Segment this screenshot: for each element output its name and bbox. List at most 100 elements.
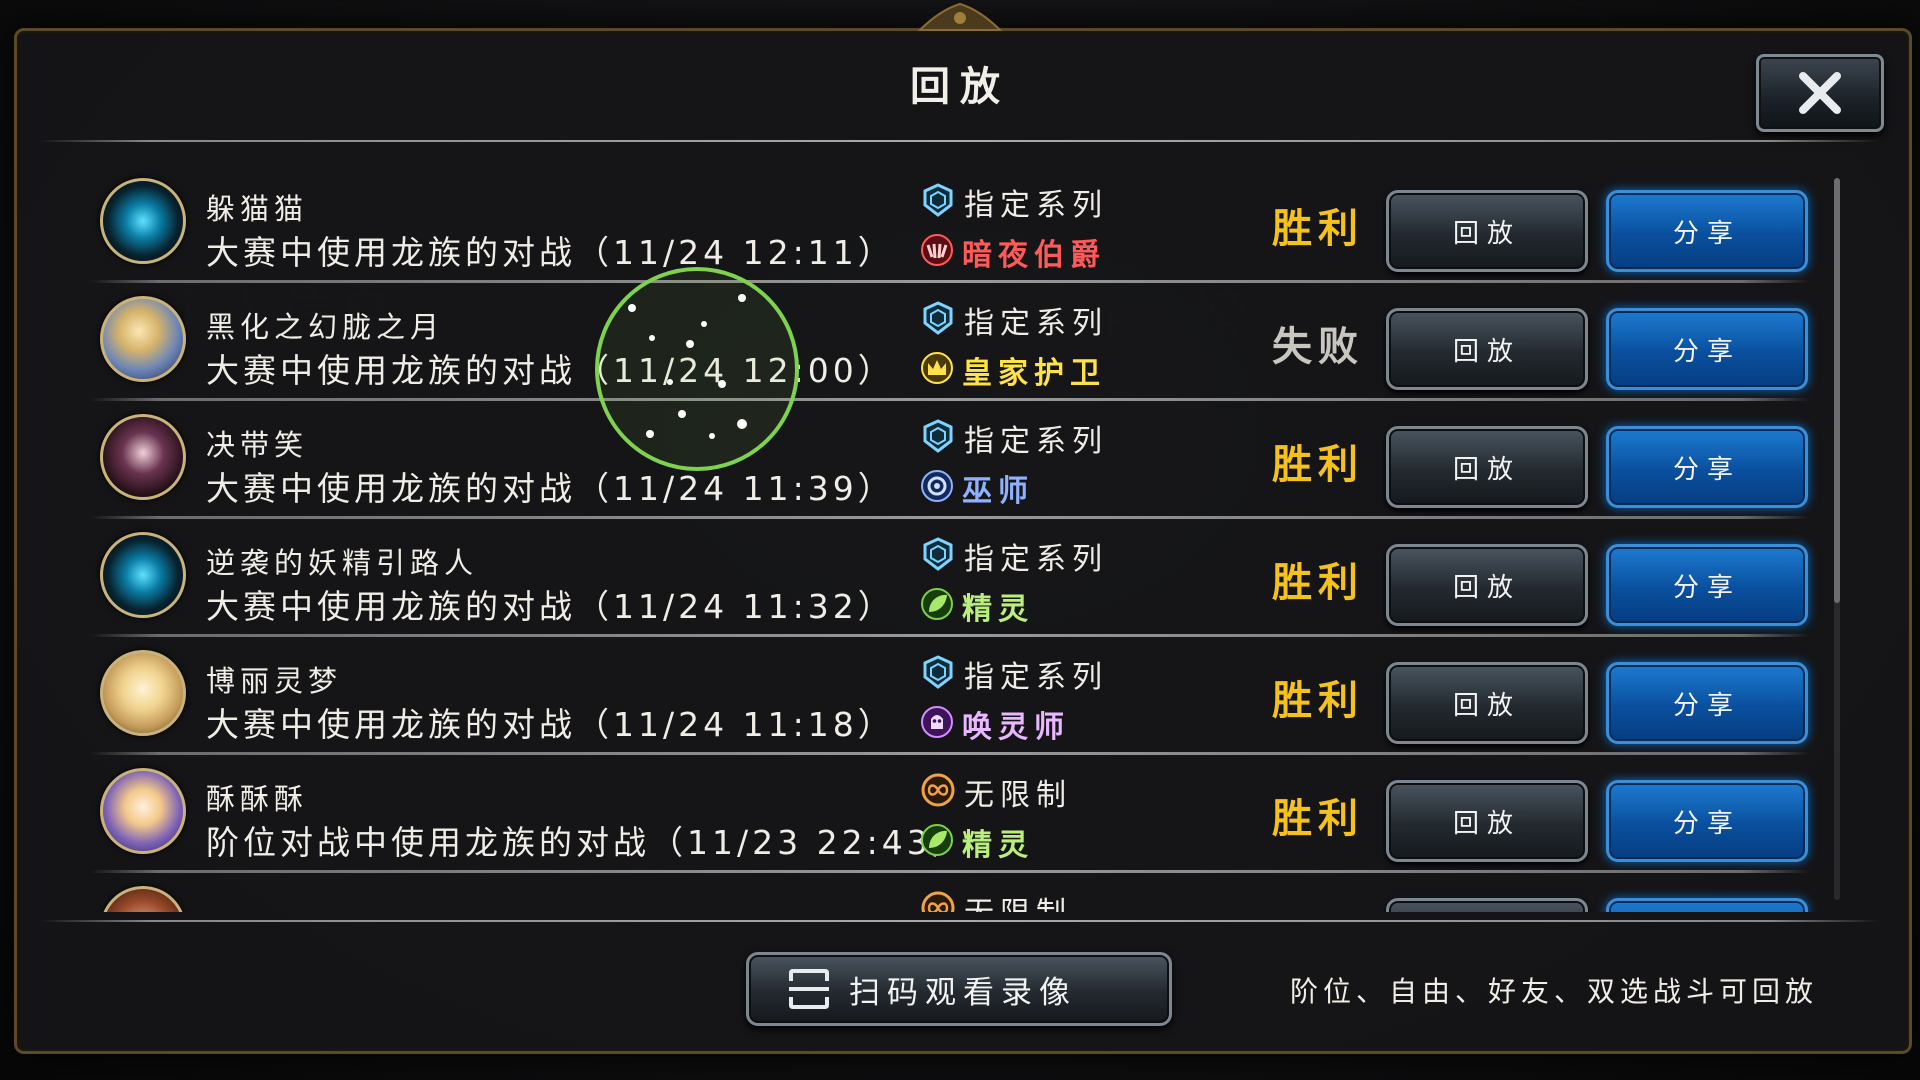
- replay-button-label: 回放: [1452, 690, 1521, 721]
- row-divider: [90, 516, 1810, 519]
- replay-button[interactable]: [1386, 898, 1588, 912]
- rotation-icon: [920, 536, 956, 576]
- row-divider: [90, 870, 1810, 873]
- replay-row: 无限制: [60, 878, 1840, 912]
- row-divider: [90, 752, 1810, 755]
- rotation-icon: [920, 300, 956, 340]
- format-info: 指定系列: [920, 298, 1108, 342]
- unlimited-icon: [920, 890, 956, 912]
- share-button[interactable]: 分享: [1606, 426, 1808, 508]
- scrollbar-thumb[interactable]: [1834, 178, 1840, 603]
- forest-icon: [920, 823, 954, 861]
- replay-button[interactable]: 回放: [1386, 426, 1588, 508]
- share-button-label: 分享: [1672, 690, 1741, 721]
- share-button[interactable]: [1606, 898, 1808, 912]
- player-avatar: [100, 414, 186, 500]
- player-name: 躲猫猫: [206, 192, 309, 226]
- player-avatar: [100, 296, 186, 382]
- rotation-icon: [920, 654, 956, 694]
- opponent-class-label: 精灵: [962, 592, 1034, 627]
- opponent-class-info: 巫师: [920, 466, 1034, 510]
- share-button[interactable]: 分享: [1606, 780, 1808, 862]
- share-button-label: 分享: [1672, 218, 1741, 249]
- replay-row: 黑化之幻胧之月 大赛中使用龙族的对战（11/24 12:00） 指定系列 皇家护…: [60, 288, 1840, 406]
- player-name: 黑化之幻胧之月: [206, 310, 445, 344]
- opponent-class-label: 唤灵师: [962, 710, 1070, 745]
- opponent-class-info: 皇家护卫: [920, 348, 1106, 392]
- format-label: 无限制: [964, 888, 1072, 912]
- share-button[interactable]: 分享: [1606, 190, 1808, 272]
- player-avatar: [100, 886, 186, 912]
- player-avatar: [100, 650, 186, 736]
- replay-row: 酥酥酥 阶位对战中使用龙族的对战（11/23 22:43） 无限制 精灵 胜利 …: [60, 760, 1840, 878]
- match-result: 胜利: [1272, 560, 1364, 606]
- player-avatar: [100, 768, 186, 854]
- replay-button[interactable]: 回放: [1386, 308, 1588, 390]
- replay-row: 决带笑 大赛中使用龙族的对战（11/24 11:39） 指定系列 巫师 胜利 回…: [60, 406, 1840, 524]
- format-info: 无限制: [920, 770, 1072, 814]
- close-button[interactable]: [1756, 54, 1884, 132]
- close-icon: [1799, 72, 1841, 114]
- header-divider: [40, 140, 1880, 142]
- replay-row: 博丽灵梦 大赛中使用龙族的对战（11/24 11:18） 指定系列 唤灵师 胜利…: [60, 642, 1840, 760]
- row-divider: [90, 634, 1810, 637]
- royal-icon: [920, 351, 954, 389]
- format-label: 指定系列: [964, 188, 1108, 223]
- scan-button-label: 扫码观看录像: [849, 974, 1077, 1011]
- opponent-class-info: 唤灵师: [920, 702, 1070, 746]
- player-name: 博丽灵梦: [206, 664, 343, 698]
- replay-button[interactable]: 回放: [1386, 544, 1588, 626]
- format-label: 指定系列: [964, 424, 1108, 459]
- format-info: 指定系列: [920, 180, 1108, 224]
- replay-list-scrollbar[interactable]: [1834, 178, 1840, 900]
- opponent-class-label: 精灵: [962, 828, 1034, 863]
- player-name: 酥酥酥: [206, 782, 309, 816]
- opponent-class-info: 精灵: [920, 584, 1034, 628]
- match-result: 胜利: [1272, 442, 1364, 488]
- opponent-class-label: 巫师: [962, 474, 1034, 509]
- row-divider: [90, 398, 1810, 401]
- replay-button-label: 回放: [1452, 218, 1521, 249]
- share-button-label: 分享: [1672, 572, 1741, 603]
- opponent-class-info: 暗夜伯爵: [920, 230, 1106, 274]
- replay-row: 逆袭的妖精引路人 大赛中使用龙族的对战（11/24 11:32） 指定系列 精灵…: [60, 524, 1840, 642]
- bloodcraft-icon: [920, 233, 954, 271]
- scan-qr-button[interactable]: 扫码观看录像: [746, 952, 1172, 1026]
- unlimited-icon: [920, 772, 956, 812]
- dialog-crest-ornament: [917, 2, 1003, 31]
- replay-button[interactable]: 回放: [1386, 780, 1588, 862]
- share-button[interactable]: 分享: [1606, 308, 1808, 390]
- rotation-icon: [920, 182, 956, 222]
- opponent-class-label: 暗夜伯爵: [962, 238, 1106, 273]
- format-label: 指定系列: [964, 306, 1108, 341]
- match-description: 阶位对战中使用龙族的对战（11/23 22:43）: [206, 823, 969, 862]
- rotation-icon: [920, 418, 956, 458]
- footer-divider: [40, 920, 1880, 922]
- match-result: 胜利: [1272, 206, 1364, 252]
- forest-icon: [920, 587, 954, 625]
- replay-button[interactable]: 回放: [1386, 190, 1588, 272]
- format-label: 指定系列: [964, 542, 1108, 577]
- player-avatar: [100, 178, 186, 264]
- dialog-title: 回放: [910, 64, 1010, 110]
- share-button[interactable]: 分享: [1606, 544, 1808, 626]
- share-button-label: 分享: [1672, 336, 1741, 367]
- player-name: 逆袭的妖精引路人: [206, 546, 479, 580]
- format-info: 指定系列: [920, 416, 1108, 460]
- share-button-label: 分享: [1672, 808, 1741, 839]
- replay-button-label: 回放: [1452, 336, 1521, 367]
- replay-list[interactable]: 躲猫猫 大赛中使用龙族的对战（11/24 12:11） 指定系列 暗夜伯爵 胜利…: [60, 170, 1840, 912]
- format-label: 无限制: [964, 778, 1072, 813]
- opponent-class-label: 皇家护卫: [962, 356, 1106, 391]
- replay-row: 躲猫猫 大赛中使用龙族的对战（11/24 12:11） 指定系列 暗夜伯爵 胜利…: [60, 170, 1840, 288]
- format-info: 指定系列: [920, 534, 1108, 578]
- share-button[interactable]: 分享: [1606, 662, 1808, 744]
- format-info: 无限制: [920, 888, 1072, 912]
- match-description: 大赛中使用龙族的对战（11/24 12:00）: [206, 351, 895, 390]
- row-divider: [90, 280, 1810, 283]
- replay-button-label: 回放: [1452, 572, 1521, 603]
- scan-icon: [789, 969, 829, 1009]
- replay-button-label: 回放: [1452, 808, 1521, 839]
- match-result: 胜利: [1272, 796, 1364, 842]
- replay-button[interactable]: 回放: [1386, 662, 1588, 744]
